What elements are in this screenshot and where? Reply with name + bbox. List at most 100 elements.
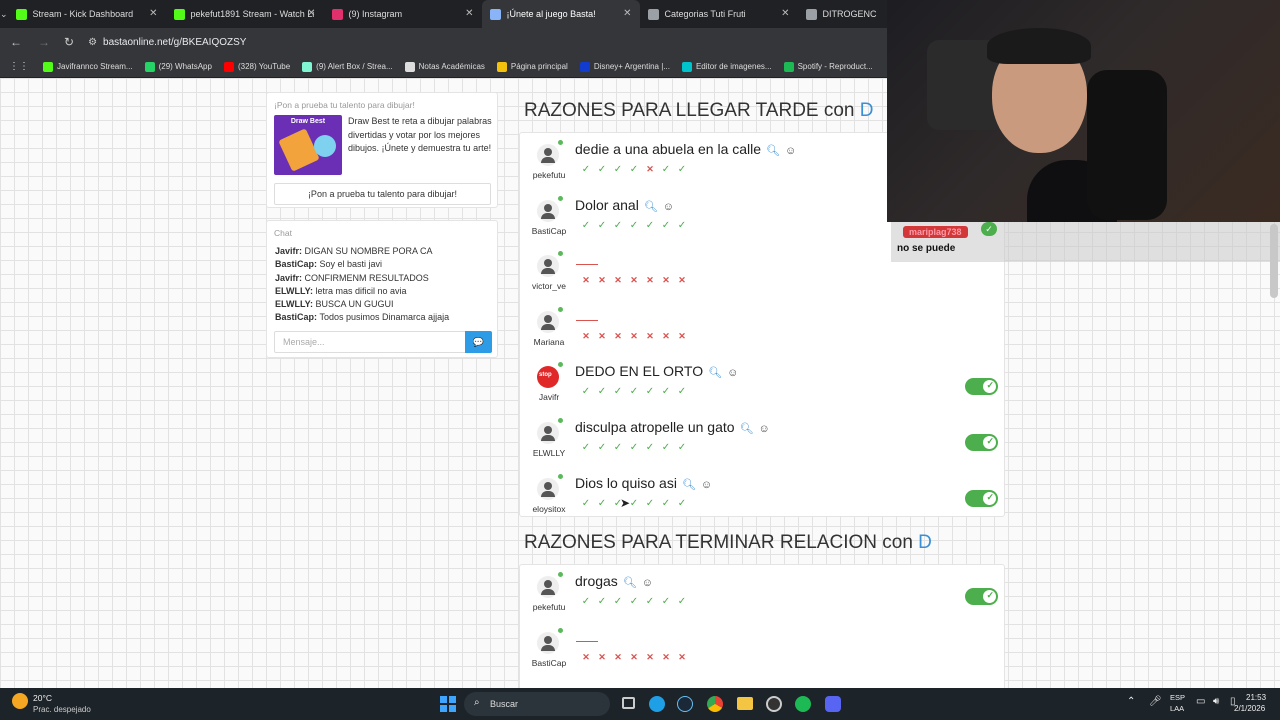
bookmark-item[interactable]: Disney+ Argentina |... [579, 61, 670, 72]
spotify-icon[interactable] [795, 696, 811, 712]
bookmark-item[interactable]: Página principal [496, 61, 568, 72]
promo-button[interactable]: ¡Pon a prueba tu talento para dibujar! [274, 183, 491, 205]
browser-tab[interactable]: Stream - Kick Dashboard ✕ [8, 0, 166, 28]
close-tab-icon[interactable]: ✕ [307, 8, 315, 19]
chat-message: ELWLLY: letra mas dificil no avia [275, 285, 495, 298]
vote-check-icon: ✓ [613, 164, 623, 175]
chat-message: Javifr: DIGAN SU NOMBRE PORA CA [275, 245, 495, 258]
search-icon[interactable]: 🔍︎ [708, 367, 722, 379]
chat-message: Javifr: CONFIRMENM RESULTADOS [275, 272, 495, 285]
file-explorer-icon[interactable] [737, 697, 753, 710]
close-tab-icon[interactable]: ✕ [623, 8, 631, 19]
bookmark-item[interactable]: (9) Alert Box / Strea... [302, 61, 393, 72]
search-icon[interactable]: 🔍︎ [682, 479, 696, 491]
steam-icon[interactable] [677, 696, 693, 712]
section-letter: D [918, 532, 932, 553]
forward-icon[interactable]: → [38, 35, 50, 49]
vote-check-icon: ✓ [629, 442, 639, 453]
emoji-icon[interactable]: ☺ [727, 367, 738, 379]
browser-tab[interactable]: Categorias Tuti Fruti ✕ [640, 0, 798, 28]
bookmark-label: Editor de imagenes... [695, 62, 772, 71]
send-button[interactable]: 💬 [465, 331, 492, 353]
promo-image[interactable]: Draw Best [274, 115, 342, 175]
task-view-icon[interactable] [622, 697, 635, 709]
promo-text: Draw Best te reta a dibujar palabras div… [348, 116, 492, 153]
wow-icon [314, 135, 336, 157]
edge-icon[interactable] [649, 696, 665, 712]
bookmark-item[interactable]: Editor de imagenes... [681, 61, 772, 72]
emoji-icon[interactable]: ☺ [759, 423, 770, 435]
bookmark-label: (9) Alert Box / Strea... [316, 62, 393, 71]
chrome-icon[interactable] [707, 696, 723, 712]
player-name: eloysitox [532, 503, 566, 514]
alert-username: mariplag738 [903, 226, 968, 238]
tab-favicon-icon [331, 8, 343, 20]
search-icon[interactable]: 🔍︎ [766, 145, 780, 157]
bookmark-item[interactable]: Notas Académicas [404, 61, 485, 72]
close-tab-icon[interactable]: ✕ [781, 8, 789, 19]
close-tab-icon[interactable]: ✕ [465, 8, 473, 19]
online-dot [558, 306, 563, 312]
vote-check-icon: ✓ [645, 497, 655, 509]
bookmark-item[interactable]: Spotify - Reproduct... [783, 61, 873, 72]
discord-icon[interactable] [825, 696, 841, 712]
validate-toggle[interactable]: ✓ [965, 489, 998, 507]
vote-check-icon: ✓ [645, 219, 655, 231]
apps-icon[interactable]: ⋮⋮ [9, 61, 29, 72]
validate-toggle[interactable]: ✓ [965, 434, 998, 451]
bookmark-label: (328) YouTube [237, 62, 291, 71]
validate-toggle[interactable]: ✓ [965, 588, 998, 605]
browser-tab[interactable]: (9) Instagram ✕ [324, 0, 482, 28]
bookmark-item[interactable]: Javifrannco Stream... [43, 61, 133, 72]
close-tab-icon[interactable]: ✕ [149, 8, 157, 19]
tab-bar: ⌄ Stream - Kick Dashboard ✕ pekefut1891 St… [0, 0, 887, 28]
bookmark-item[interactable]: (29) WhatsApp [144, 61, 212, 72]
tab-favicon-icon [489, 8, 501, 20]
answers-panel: pekefutu drogas 🔍︎ ☺ ✓ ✓ ✓ ✓ ✓ ✓ ✓ ✓ BastiCap ✕ ✕ ✕ ✕ ✕ ✕ ✕ [519, 564, 1005, 688]
url-field[interactable]: bastaonline.net/g/BKEAIQOZSY [103, 37, 246, 48]
vote-marks: ✓ ✓ ✓ ✓ ✓ ✓ ✓ [578, 596, 690, 607]
language-bottom[interactable]: LAA [1170, 704, 1184, 713]
search-icon[interactable]: 🔍︎ [740, 423, 754, 435]
bookmark-icon [496, 61, 507, 72]
obs-icon[interactable] [766, 696, 782, 712]
validate-toggle[interactable]: ✓ [965, 378, 998, 396]
site-info-icon[interactable]: ⚙ [88, 37, 97, 48]
language-top[interactable]: ESP [1170, 693, 1185, 702]
avatar [537, 144, 559, 166]
emoji-icon[interactable]: ☺ [642, 577, 653, 589]
browser-tab[interactable]: pekefut1891 Stream - Watch Li ✕ [166, 0, 324, 28]
emoji-icon[interactable]: ☺ [663, 201, 674, 213]
online-dot [558, 362, 563, 368]
mic-icon[interactable]: 🎤︎ [1149, 696, 1162, 707]
search-icon[interactable]: 🔍︎ [644, 201, 658, 213]
tab-favicon-icon [173, 8, 185, 20]
answer-text: drogas 🔍︎ ☺ [575, 573, 653, 589]
volume-icon[interactable]: 🔊︎ [1213, 696, 1219, 707]
avatar [537, 576, 559, 598]
player-name: BastiCap [531, 225, 567, 236]
search-icon[interactable]: 🔍︎ [623, 577, 637, 589]
vote-check-icon: ✓ [581, 386, 591, 398]
emoji-icon[interactable]: ☺ [701, 479, 712, 491]
vote-marks: ✓ ✓ ✓ ✓ ✕ ✓ ✓ [578, 164, 690, 175]
vote-check-icon: ✓ [661, 442, 671, 453]
weather-icon[interactable] [12, 693, 28, 709]
chat-message: BastiCap: Soy el basti javi [275, 258, 495, 271]
taskbar-search[interactable]: ⌕ Buscar [464, 692, 610, 716]
network-icon[interactable]: ▭ [1196, 696, 1205, 707]
start-button[interactable] [440, 696, 456, 712]
bookmark-item[interactable]: (328) YouTube [223, 61, 291, 72]
back-icon[interactable]: ← [10, 35, 22, 49]
toggle-check-icon: ✓ [986, 491, 994, 502]
browser-tab[interactable]: ¡Únete al juego Basta! ✕ [481, 0, 640, 28]
tab-search-icon[interactable]: ⌄ [0, 9, 8, 20]
chat-message-text: Todos pusimos Dinamarca ajjaja [319, 312, 450, 323]
emoji-icon[interactable]: ☺ [785, 145, 796, 157]
answer-label: Dios lo quiso asi [575, 474, 677, 491]
bookmark-icon [43, 61, 53, 72]
vote-cross-icon: ✕ [678, 651, 686, 662]
tray-chevron-icon[interactable]: ⌃ [1127, 696, 1135, 707]
chat-input[interactable]: Mensaje... [274, 331, 466, 353]
reload-icon[interactable]: ↻ [64, 35, 74, 49]
